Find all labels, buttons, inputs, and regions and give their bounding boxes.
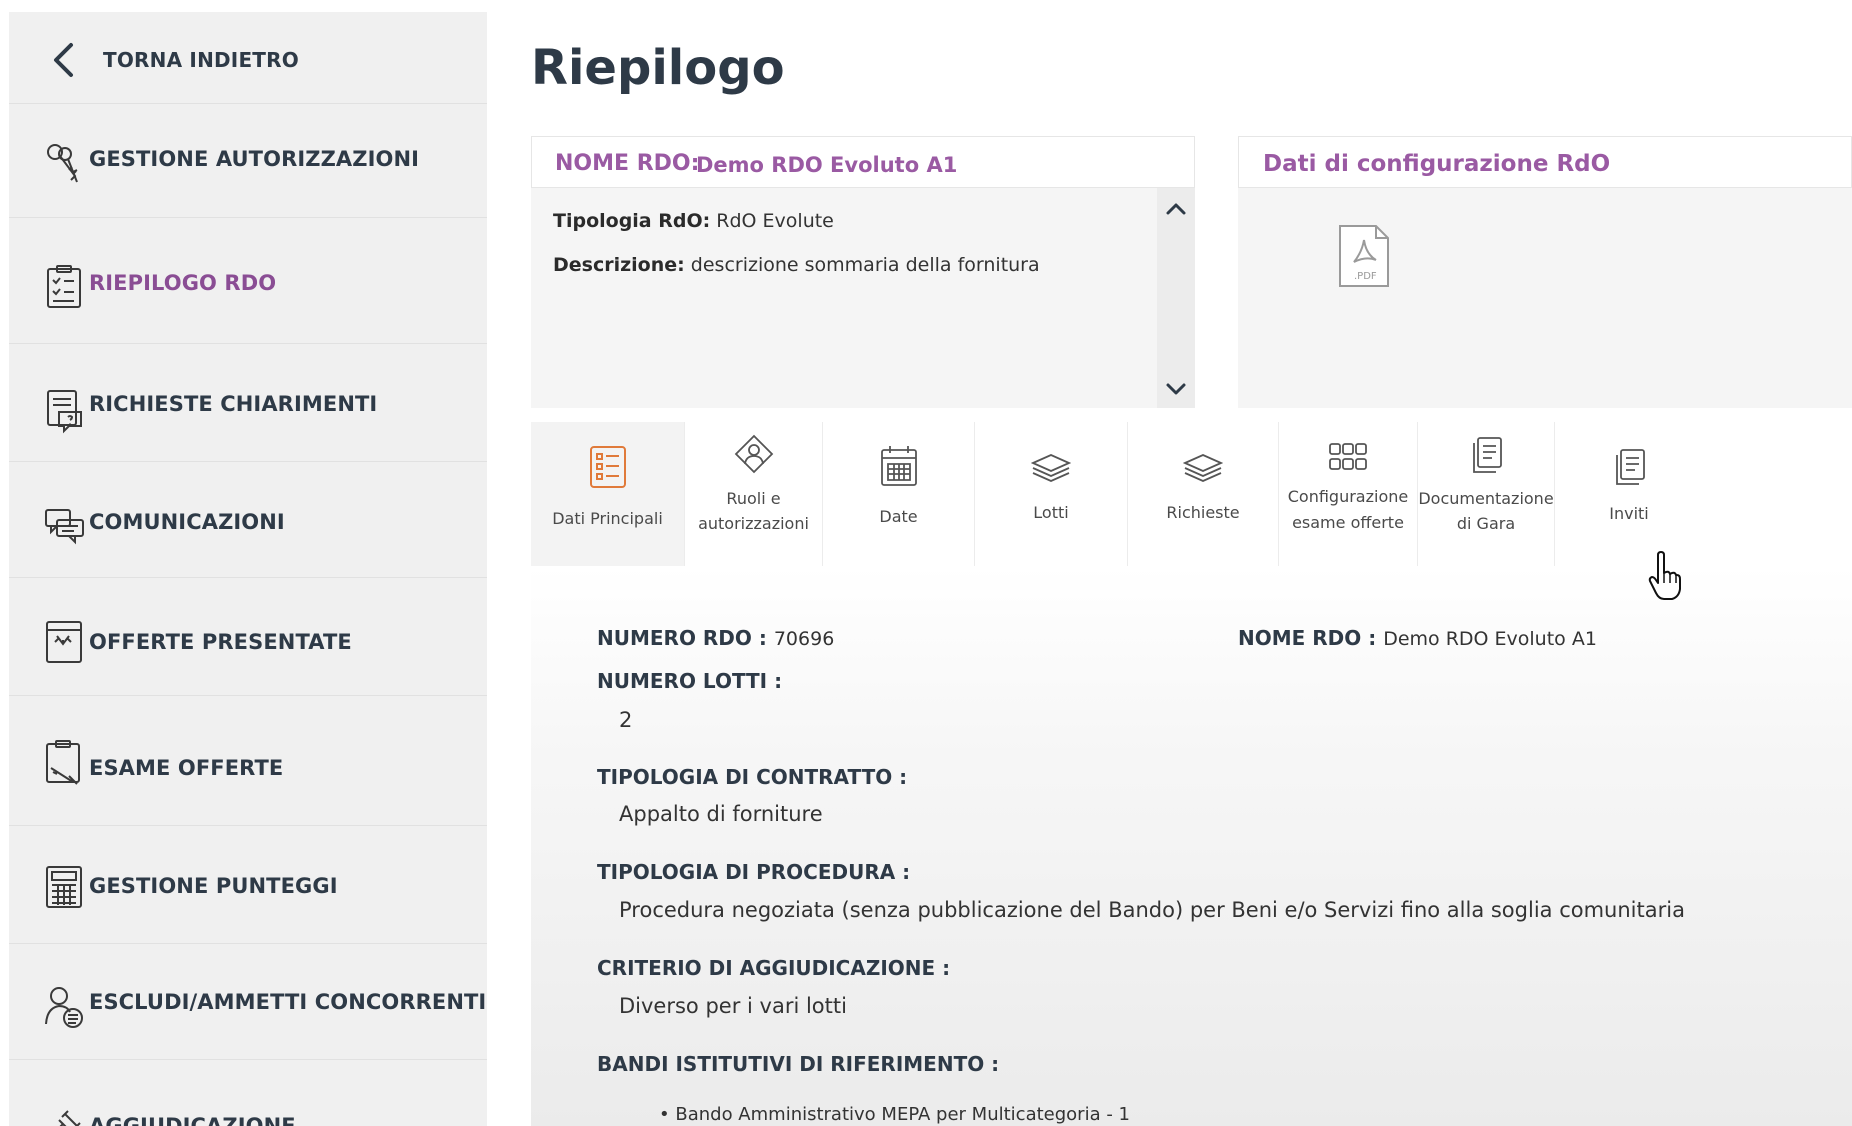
bandi-list-item: • Bando Amministrativo MEPA per Multicat… xyxy=(659,1104,1130,1125)
chevron-left-icon xyxy=(54,43,73,77)
user-roles-icon xyxy=(734,434,774,474)
calculator-icon xyxy=(43,864,85,910)
clipboard-checklist-icon xyxy=(43,264,85,310)
tab-bar: Dati Principali Ruoli e autorizzazioni D… xyxy=(531,422,1703,566)
offer-box-icon xyxy=(43,618,85,664)
documents-icon xyxy=(1469,436,1503,476)
sidebar-item-label: ESCLUDI/AMMETTI CONCORRENTI xyxy=(89,990,487,1014)
criterio-value: Diverso per i vari lotti xyxy=(619,994,847,1018)
keys-icon xyxy=(43,142,85,188)
document-question-icon xyxy=(43,388,85,434)
config-card-header: Dati di configurazione RdO xyxy=(1238,136,1852,188)
sidebar-item-label: RICHIESTE CHIARIMENTI xyxy=(89,392,378,416)
config-card: Dati di configurazione RdO .PDF xyxy=(1238,136,1852,408)
back-button[interactable]: TORNA INDIETRO xyxy=(9,12,487,104)
scrollbar[interactable] xyxy=(1157,188,1195,408)
chevron-up-icon[interactable] xyxy=(1165,198,1187,220)
sidebar-item-richieste-chiarimenti[interactable]: RICHIESTE CHIARIMENTI xyxy=(9,344,487,462)
descrizione-key: Descrizione: xyxy=(553,254,685,276)
sidebar-item-gestione-punteggi[interactable]: GESTIONE PUNTEGGI xyxy=(9,826,487,944)
list-form-icon xyxy=(588,444,628,490)
tab-inviti[interactable]: Inviti xyxy=(1555,422,1703,566)
chat-bubbles-icon xyxy=(43,504,85,550)
procedura-value: Procedura negoziata (senza pubblicazione… xyxy=(619,898,1685,922)
layers-icon xyxy=(1182,452,1224,482)
sidebar-item-gestione-autorizzazioni[interactable]: GESTIONE AUTORIZZAZIONI xyxy=(9,104,487,218)
user-list-icon xyxy=(43,984,85,1030)
tab-label: Ruoli e xyxy=(726,489,781,508)
config-card-title: Dati di configurazione RdO xyxy=(1263,151,1611,177)
tab-label: Documentazione xyxy=(1418,489,1554,508)
tipologia-key: Tipologia RdO: xyxy=(553,210,711,232)
bandi-list-item-label: Bando Amministrativo MEPA per Multicateg… xyxy=(675,1104,1130,1125)
calendar-icon xyxy=(879,444,919,488)
dati-principali-panel: NUMERO RDO : 70696 NOME RDO : Demo RDO E… xyxy=(531,566,1852,1126)
page-title: Riepilogo xyxy=(531,40,785,96)
sidebar-item-label: COMUNICAZIONI xyxy=(89,510,285,534)
descrizione-row: Descrizione: descrizione sommaria della … xyxy=(553,254,1040,276)
contratto-key: TIPOLOGIA DI CONTRATTO : xyxy=(597,765,908,789)
nome-rdo-key: NOME RDO : xyxy=(1238,626,1377,650)
back-label: TORNA INDIETRO xyxy=(103,48,299,72)
documents-icon xyxy=(1612,448,1646,488)
tipologia-value: RdO Evolute xyxy=(716,210,834,232)
chevron-down-icon[interactable] xyxy=(1165,378,1187,400)
sidebar-item-offerte-presentate[interactable]: OFFERTE PRESENTATE xyxy=(9,578,487,696)
contratto-value: Appalto di forniture xyxy=(619,802,823,826)
tab-richieste[interactable]: Richieste xyxy=(1128,422,1279,566)
tipologia-row: Tipologia RdO: RdO Evolute xyxy=(553,210,834,232)
tab-label: Date xyxy=(879,507,918,526)
summary-card-key: NOME RDO: xyxy=(555,151,700,176)
tab-configurazione-esame-offerte[interactable]: Configurazione esame offerte xyxy=(1279,422,1418,566)
tab-label: Configurazione xyxy=(1287,487,1409,506)
sidebar: TORNA INDIETRO GESTIONE AUTORIZZAZIONI R… xyxy=(9,12,487,1126)
sidebar-item-comunicazioni[interactable]: COMUNICAZIONI xyxy=(9,462,487,578)
summary-card-value: Demo RDO Evoluto A1 xyxy=(696,153,958,177)
tab-label-secondary: esame offerte xyxy=(1292,513,1404,532)
tab-label: Lotti xyxy=(1033,503,1069,522)
layers-icon xyxy=(1030,452,1072,482)
tab-label: Dati Principali xyxy=(552,509,663,528)
tab-dati-principali[interactable]: Dati Principali xyxy=(531,422,685,566)
tab-ruoli-autorizzazioni[interactable]: Ruoli e autorizzazioni xyxy=(685,422,823,566)
numero-lotti-key: NUMERO LOTTI : xyxy=(597,669,783,693)
sidebar-item-label: ESAME OFFERTE xyxy=(89,756,284,780)
tab-lotti[interactable]: Lotti xyxy=(975,422,1128,566)
hand-cursor-icon xyxy=(1648,551,1681,600)
criterio-key: CRITERIO DI AGGIUDICAZIONE : xyxy=(597,956,951,980)
sidebar-item-label: AGGIUDICAZIONE xyxy=(89,1114,296,1126)
numero-rdo-key: NUMERO RDO : xyxy=(597,626,767,650)
pdf-file-icon[interactable]: .PDF xyxy=(1336,224,1392,288)
sidebar-item-label: OFFERTE PRESENTATE xyxy=(89,630,352,654)
grid-icon xyxy=(1328,442,1368,472)
sidebar-item-riepilogo-rdo[interactable]: RIEPILOGO RDO xyxy=(9,218,487,344)
bandi-key: BANDI ISTITUTIVI DI RIFERIMENTO : xyxy=(597,1052,1000,1076)
pdf-label: .PDF xyxy=(1354,271,1377,282)
sidebar-item-label: GESTIONE PUNTEGGI xyxy=(89,874,338,898)
tab-label-secondary: autorizzazioni xyxy=(698,514,809,533)
sidebar-item-label: RIEPILOGO RDO xyxy=(89,271,277,295)
procedura-key: TIPOLOGIA DI PROCEDURA : xyxy=(597,860,911,884)
tab-date[interactable]: Date xyxy=(823,422,975,566)
sidebar-item-label: GESTIONE AUTORIZZAZIONI xyxy=(89,147,420,171)
clipboard-pen-icon xyxy=(43,740,85,786)
numero-rdo-value: 70696 xyxy=(773,628,835,650)
sidebar-item-esame-offerte[interactable]: ESAME OFFERTE xyxy=(9,696,487,826)
gavel-icon xyxy=(43,1110,85,1126)
tab-label: Inviti xyxy=(1609,504,1649,523)
tab-label-secondary: di Gara xyxy=(1456,514,1516,533)
descrizione-value: descrizione sommaria della fornitura xyxy=(690,254,1040,276)
summary-card-header: NOME RDO: Demo RDO Evoluto A1 xyxy=(531,136,1195,188)
tab-label: Richieste xyxy=(1166,503,1240,522)
summary-card: NOME RDO: Demo RDO Evoluto A1 Tipologia … xyxy=(531,136,1195,408)
sidebar-item-aggiudicazione[interactable]: AGGIUDICAZIONE xyxy=(9,1060,487,1126)
bullet-icon: • xyxy=(659,1104,670,1125)
numero-rdo-row: NUMERO RDO : 70696 xyxy=(597,626,834,650)
tab-documentazione-di-gara[interactable]: Documentazione di Gara xyxy=(1418,422,1555,566)
numero-lotti-value: 2 xyxy=(619,708,633,732)
nome-rdo-value: Demo RDO Evoluto A1 xyxy=(1383,628,1597,650)
nome-rdo-row: NOME RDO : Demo RDO Evoluto A1 xyxy=(1238,626,1597,650)
sidebar-item-escludi-ammetti-concorrenti[interactable]: ESCLUDI/AMMETTI CONCORRENTI xyxy=(9,944,487,1060)
